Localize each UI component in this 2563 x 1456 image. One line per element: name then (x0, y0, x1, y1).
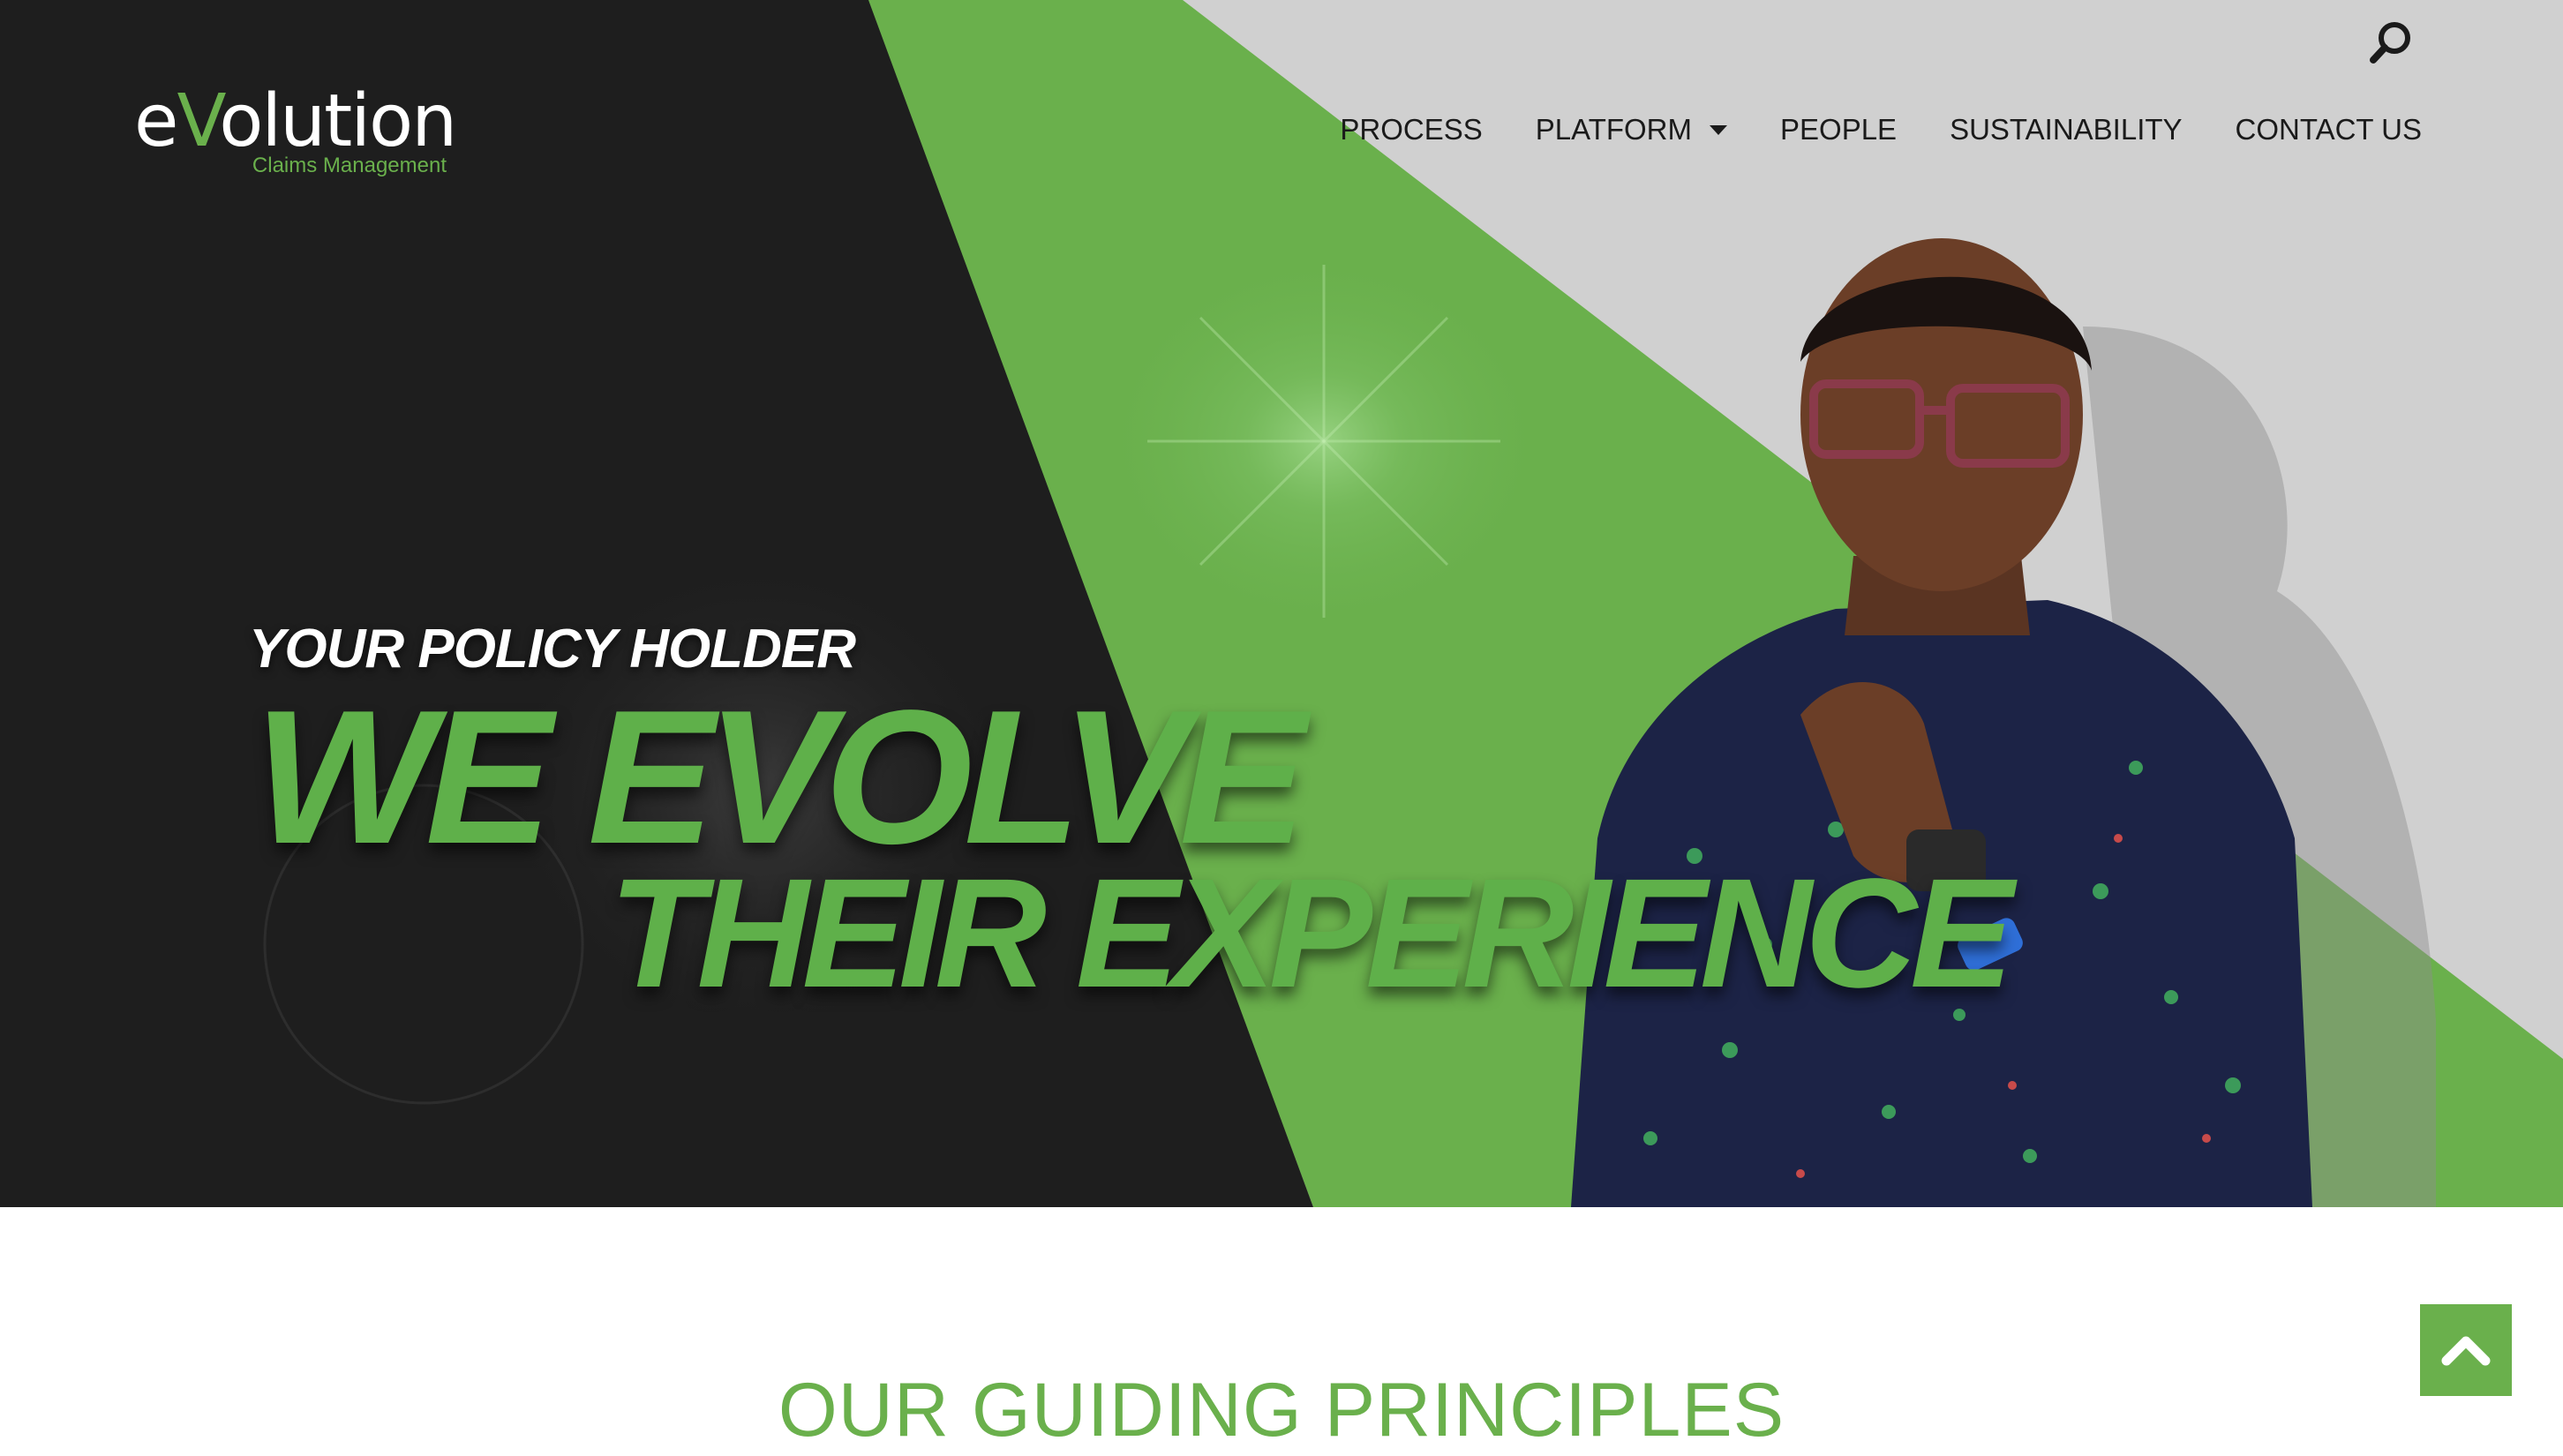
hero-person-image (1571, 238, 2436, 1207)
nav-item-contact-us[interactable]: CONTACT US (2209, 113, 2422, 146)
chevron-down-icon (1710, 124, 1727, 135)
search-button[interactable] (2365, 16, 2418, 69)
back-to-top-button[interactable] (2420, 1304, 2512, 1396)
nav-item-process[interactable]: PROCESS (1313, 113, 1508, 146)
main-navigation: PROCESS PLATFORM PEOPLE SUSTAINABILITY C… (1313, 113, 2422, 146)
nav-item-sustainability[interactable]: SUSTAINABILITY (1923, 113, 2208, 146)
site-logo[interactable]: eVolution Claims Management (134, 78, 461, 184)
page: eVolution Claims Management PROCESS PLAT… (0, 0, 2563, 1456)
section-title: OUR GUIDING PRINCIPLES (778, 1368, 1785, 1452)
logo-wordmark: eVolution (134, 79, 457, 163)
logo-tagline: Claims Management (252, 154, 447, 177)
search-icon (2370, 22, 2410, 64)
hero-banner: eVolution Claims Management PROCESS PLAT… (0, 0, 2563, 1207)
chevron-up-icon (2441, 1336, 2491, 1366)
nav-item-platform[interactable]: PLATFORM (1509, 113, 1754, 146)
hero-headline-line-2: THEIR EXPERIENCE (609, 847, 2013, 1020)
hero-headline-line-1: WE EVOLVE (254, 670, 1306, 883)
nav-item-people[interactable]: PEOPLE (1754, 113, 1923, 146)
